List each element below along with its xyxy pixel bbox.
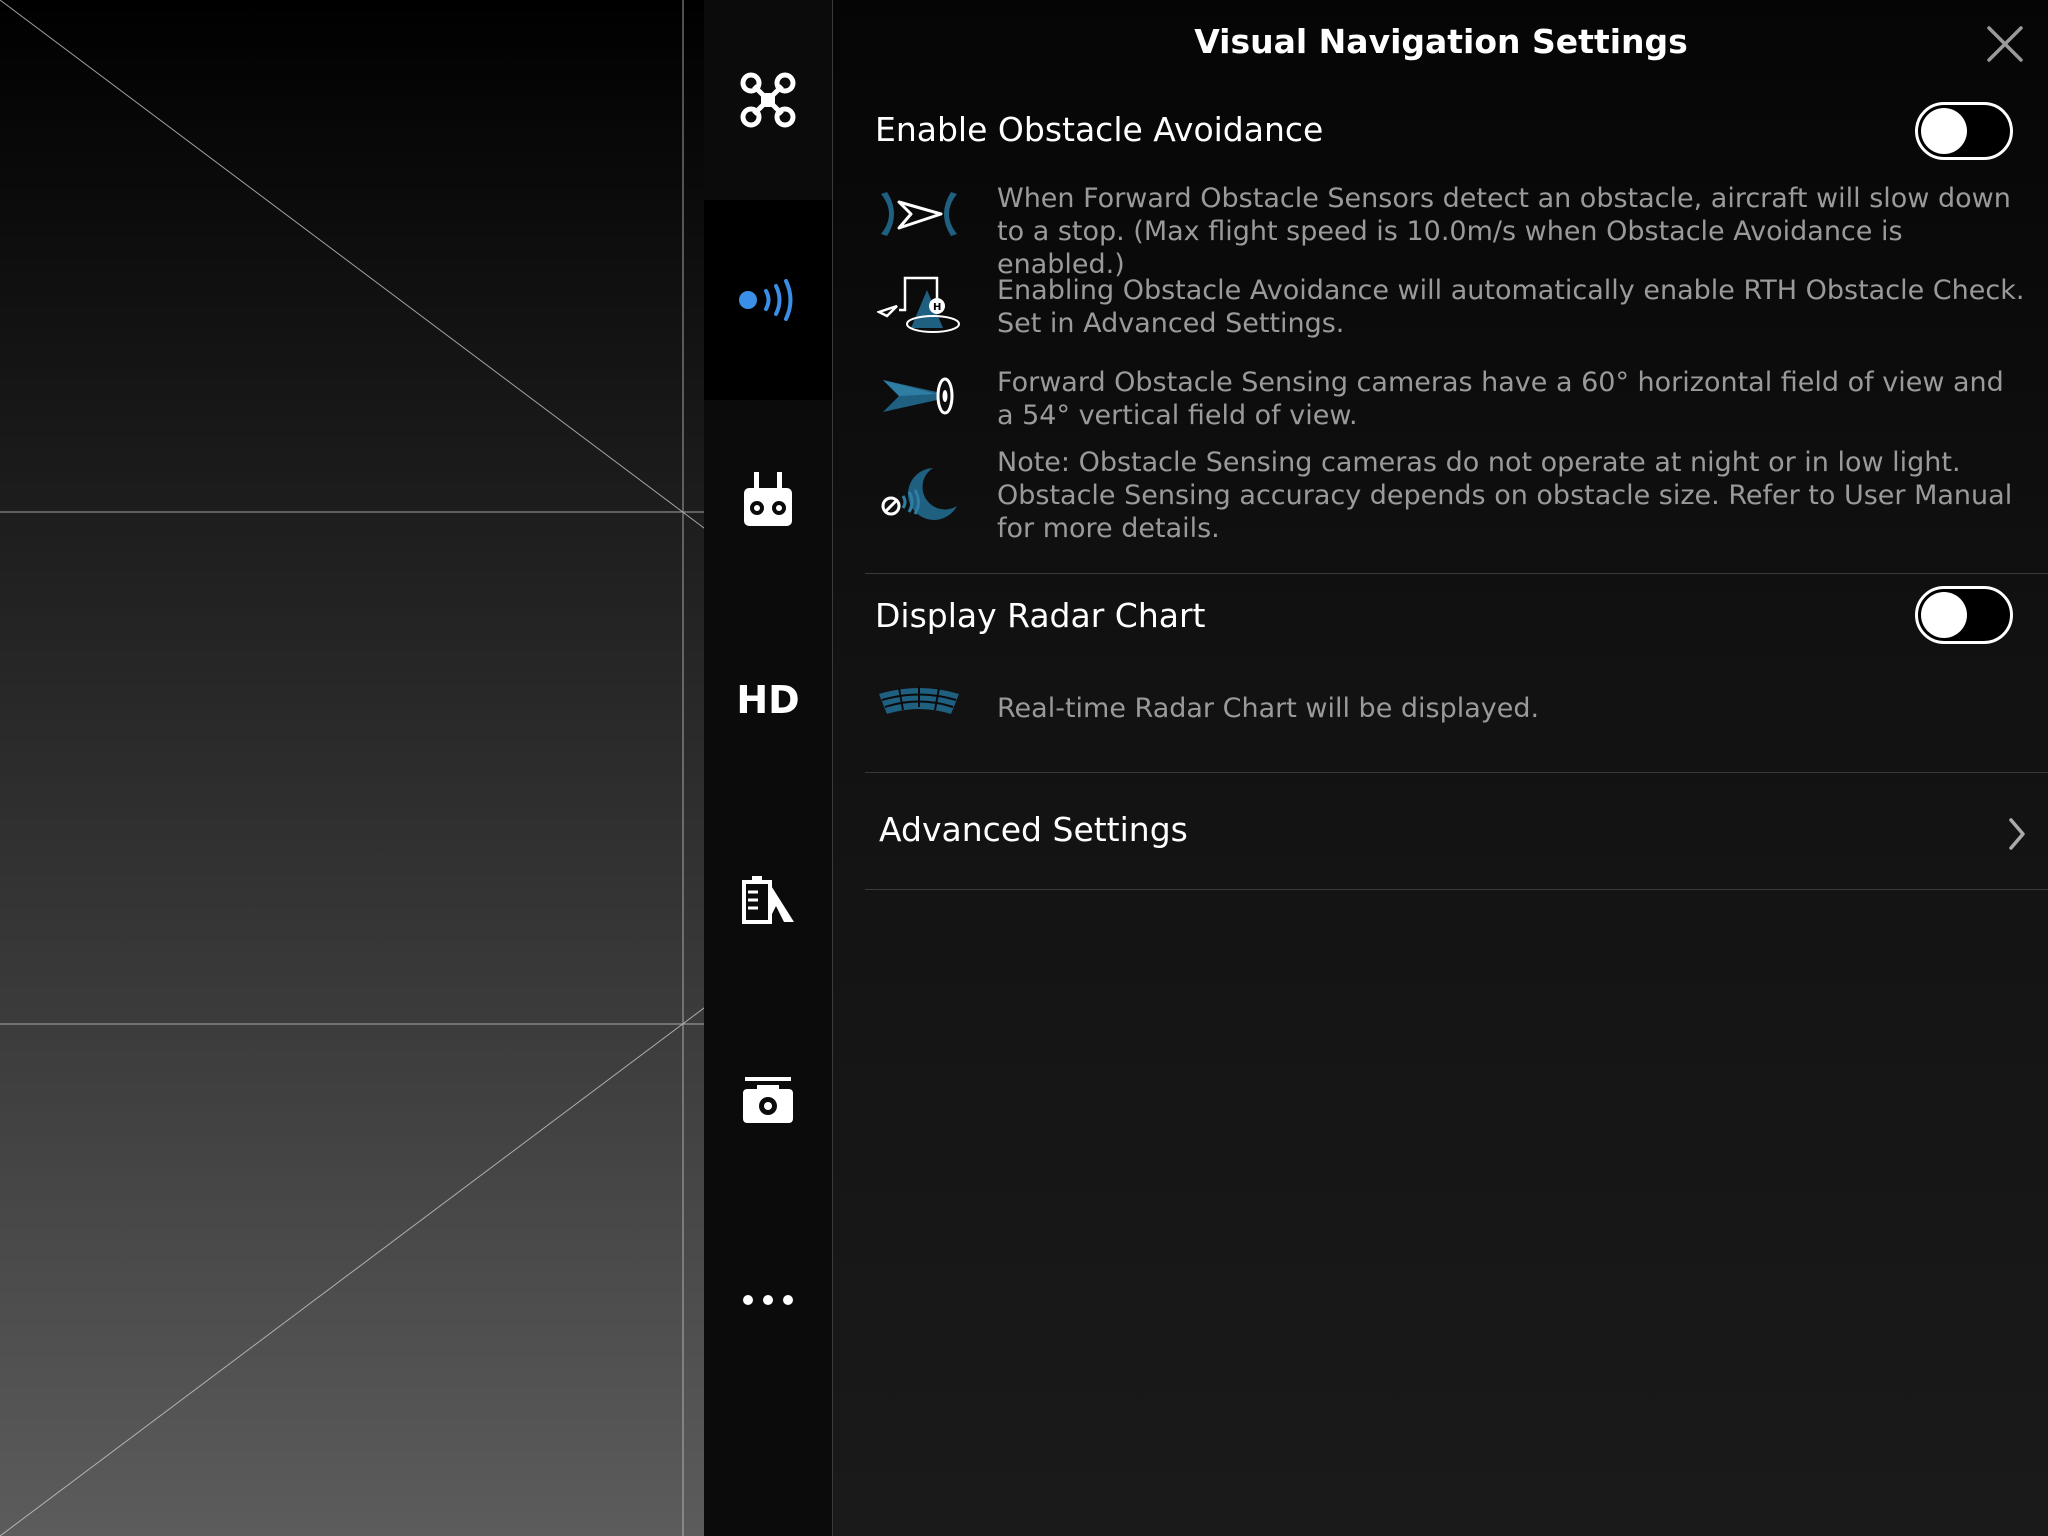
sidebar-item-aircraft[interactable] (704, 0, 832, 200)
advanced-settings-row[interactable]: Advanced Settings (865, 782, 2048, 890)
drone-icon (740, 72, 796, 128)
obstacle-sensor-icon (739, 279, 793, 321)
section-divider (865, 772, 2048, 773)
page-title: Visual Navigation Settings (1194, 22, 1688, 61)
sidebar-item-battery[interactable] (704, 800, 832, 1000)
chevron-right-icon (2009, 818, 2025, 850)
remote-controller-icon (744, 472, 792, 526)
sidebar-item-visual-navigation[interactable] (704, 200, 832, 400)
radar-chart-label: Display Radar Chart (875, 596, 1206, 635)
battery-icon (742, 876, 794, 924)
radar-chart-note: Real-time Radar Chart will be displayed. (997, 693, 1540, 724)
obstacle-avoidance-label: Enable Obstacle Avoidance (875, 110, 1324, 149)
camera-icon (743, 1077, 793, 1123)
settings-panel: Visual Navigation Settings Enable Obstac… (832, 0, 2048, 1536)
svg-text:H: H (933, 302, 941, 313)
obstacle-note-2: Enabling Obstacle Avoidance will automat… (997, 275, 2025, 339)
obstacle-avoidance-toggle[interactable] (1915, 102, 2013, 160)
obstacle-note-3: Forward Obstacle Sensing cameras have a … (997, 367, 2004, 431)
sidebar-item-camera[interactable] (704, 1000, 832, 1200)
toggle-knob (1921, 108, 1967, 154)
obstacle-note-4: Note: Obstacle Sensing cameras do not op… (997, 447, 2013, 544)
sidebar-item-hd[interactable]: HD (704, 600, 832, 800)
field-of-view-icon (883, 377, 954, 415)
close-icon[interactable] (1983, 22, 2027, 66)
forward-sensor-icon (881, 192, 957, 236)
advanced-settings-label: Advanced Settings (879, 810, 1188, 849)
more-dots-icon (743, 1295, 793, 1305)
obstacle-note-1: When Forward Obstacle Sensors detect an … (997, 183, 2011, 280)
rth-obstacle-check-icon: H (877, 276, 960, 333)
section-divider (865, 889, 2048, 890)
settings-sidebar: HD (704, 0, 832, 1536)
radar-chart-icon (879, 686, 959, 714)
hd-label: HD (736, 678, 800, 722)
sidebar-item-remote-controller[interactable] (704, 400, 832, 600)
toggle-knob (1921, 592, 1967, 638)
section-divider (865, 573, 2048, 574)
low-light-icon (881, 468, 957, 520)
radar-chart-toggle[interactable] (1915, 586, 2013, 644)
sidebar-item-more[interactable] (704, 1200, 832, 1400)
